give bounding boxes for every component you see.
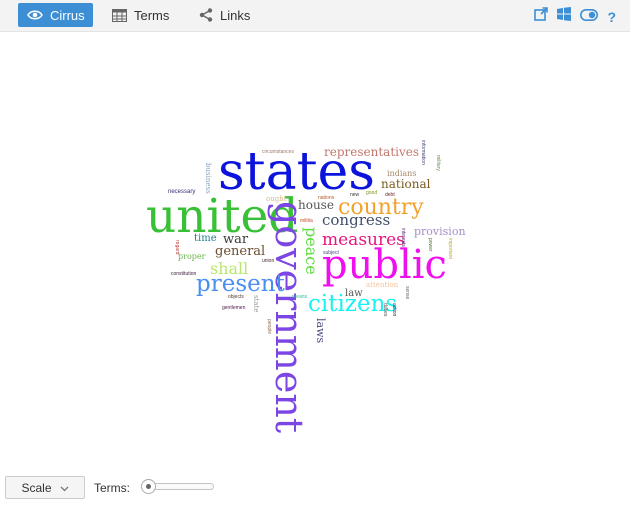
tab-label: Cirrus [50, 7, 85, 23]
cloud-word[interactable]: information [420, 140, 426, 165]
cloud-word[interactable]: proper [178, 253, 205, 261]
cloud-word[interactable]: objects [228, 295, 244, 300]
cloud-word[interactable]: subject [323, 251, 339, 256]
cloud-word[interactable]: debt [385, 193, 395, 198]
cloud-word[interactable]: duties [382, 303, 388, 316]
table-icon [112, 8, 127, 22]
cloud-word[interactable]: people [266, 319, 272, 334]
cloud-word[interactable]: military [435, 155, 441, 171]
cloud-word[interactable]: union [262, 259, 274, 264]
cloud-word[interactable]: representatives [324, 146, 419, 158]
cloud-word[interactable]: measures [322, 232, 405, 249]
scale-label: Scale [21, 480, 52, 495]
cloud-word[interactable]: national [381, 178, 431, 190]
cloud-word[interactable]: gentlemen [222, 306, 245, 311]
cloud-word[interactable]: business [204, 163, 212, 194]
cloud-word[interactable]: congress [322, 213, 390, 228]
toggle-icon[interactable] [580, 8, 599, 26]
cloud-word[interactable]: provision [414, 226, 466, 237]
cloud-word[interactable]: war [223, 233, 248, 246]
terms-slider-thumb[interactable] [141, 479, 156, 494]
cloud-word[interactable]: ought [266, 196, 287, 203]
tab-cirrus[interactable]: Cirrus [18, 3, 93, 27]
tab-label: Links [220, 7, 251, 23]
cloud-word[interactable]: attention [366, 282, 398, 289]
cloud-word[interactable]: shall [210, 261, 248, 277]
cloud-word[interactable]: necessary [168, 189, 195, 195]
share-nodes-icon [199, 8, 213, 22]
eye-icon [27, 9, 43, 21]
cloud-word[interactable]: good [366, 191, 377, 196]
cloud-word[interactable]: circumstances [262, 150, 294, 155]
cloud-word[interactable]: indians [387, 170, 416, 178]
cloud-word[interactable]: means [292, 295, 307, 300]
chevron-down-icon [60, 481, 69, 495]
cloud-word[interactable]: peace [302, 227, 321, 275]
cloud-word[interactable]: regard [174, 240, 180, 254]
windows-icon[interactable] [557, 7, 572, 26]
cloud-word[interactable]: important [447, 238, 453, 259]
toolbar: Cirrus Terms Links ? [0, 0, 630, 32]
cloud-word[interactable]: interests [400, 228, 406, 247]
cloud-word[interactable]: sense [404, 286, 410, 299]
cloud-word[interactable]: law [345, 289, 363, 299]
cloud-word[interactable]: nations [318, 196, 334, 201]
cloud-word[interactable]: laws [314, 318, 327, 343]
cloud-word[interactable]: time [194, 234, 217, 244]
footer: Scale Terms: [0, 470, 630, 505]
tab-label: Terms [134, 7, 170, 23]
cloud-word[interactable]: action [391, 303, 397, 316]
terms-label: Terms: [94, 481, 130, 495]
export-icon[interactable] [534, 7, 549, 26]
cloud-word[interactable]: power [427, 238, 433, 252]
tab-links[interactable]: Links [190, 3, 259, 27]
word-cloud: states united government public country … [0, 33, 630, 463]
cloud-word[interactable]: new [350, 193, 359, 198]
scale-dropdown[interactable]: Scale [5, 476, 85, 499]
cloud-word[interactable]: constitution [171, 272, 196, 277]
tab-terms[interactable]: Terms [103, 3, 178, 27]
cloud-word[interactable]: state [252, 295, 260, 313]
cloud-word[interactable]: militia [300, 219, 313, 224]
help-icon[interactable]: ? [607, 10, 616, 24]
